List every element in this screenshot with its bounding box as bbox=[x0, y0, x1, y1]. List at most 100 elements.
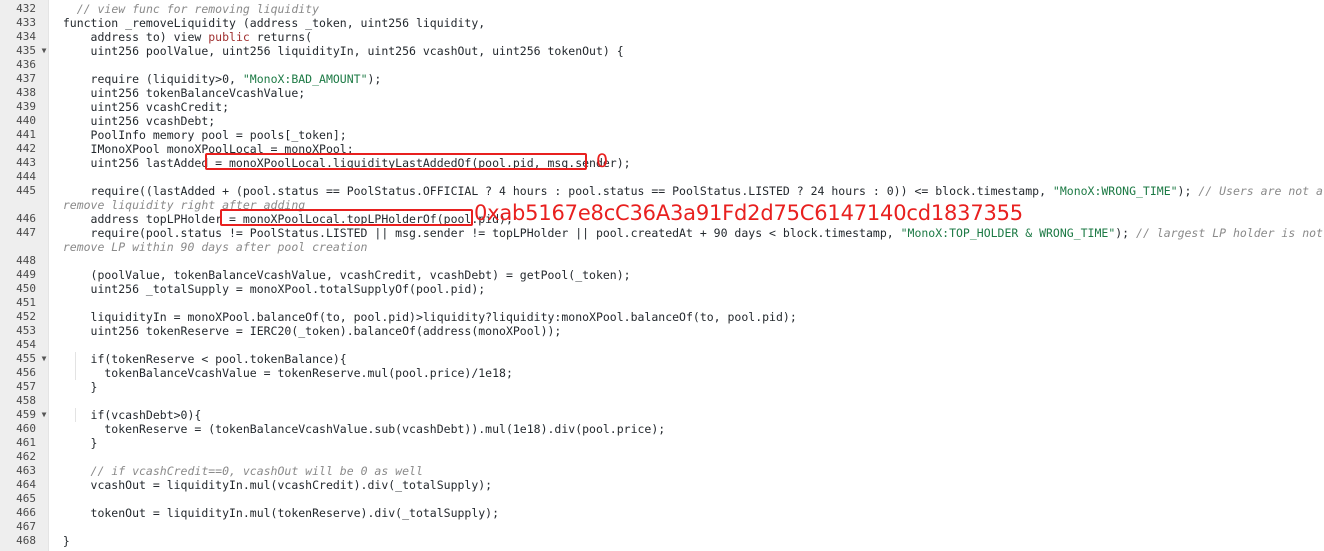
code-line[interactable]: uint256 lastAdded = monoXPoolLocal.liqui… bbox=[49, 156, 631, 170]
token-plain: tokenReserve = (tokenBalanceVcashValue.s… bbox=[49, 422, 666, 436]
token-plain: address to) view bbox=[49, 30, 209, 44]
token-plain: uint256 _totalSupply = monoXPool.totalSu… bbox=[49, 282, 486, 296]
code-line[interactable]: // if vcashCredit==0, vcashOut will be 0… bbox=[49, 464, 423, 478]
line-number-gutter: 432 433 434 435 ▼ 436 437 438 439 440 441 442 443 444… bbox=[0, 0, 49, 551]
code-line[interactable]: tokenBalanceVcashValue = tokenReserve.mu… bbox=[49, 366, 513, 380]
token-plain: uint256 vcashCredit; bbox=[49, 100, 230, 114]
line-number: 457 bbox=[16, 380, 36, 393]
code-line[interactable]: if(tokenReserve < pool.tokenBalance){ bbox=[49, 352, 347, 366]
token-plain: ); bbox=[1115, 226, 1137, 240]
code-line[interactable]: } bbox=[49, 380, 98, 394]
token-plain: PoolInfo memory pool = pools[_token]; bbox=[49, 128, 347, 142]
code-line[interactable]: } bbox=[49, 436, 98, 450]
token-plain: } bbox=[49, 534, 70, 548]
token-plain: } bbox=[49, 436, 98, 450]
line-number: 439 bbox=[16, 100, 36, 113]
token-plain: tokenOut = liquidityIn.mul(tokenReserve)… bbox=[49, 506, 500, 520]
fold-toggle-icon[interactable]: ▼ bbox=[40, 352, 48, 366]
line-number: 453 bbox=[16, 324, 36, 337]
token-plain: uint256 tokenReserve = IERC20(_token).ba… bbox=[49, 324, 562, 338]
line-number: 466 bbox=[16, 506, 36, 519]
token-plain: tokenBalanceVcashValue = tokenReserve.mu… bbox=[49, 366, 513, 380]
line-number: 452 bbox=[16, 310, 36, 323]
code-line[interactable]: tokenReserve = (tokenBalanceVcashValue.s… bbox=[49, 422, 665, 436]
line-number: 435 bbox=[16, 44, 36, 57]
token-plain: uint256 poolValue, uint256 liquidityIn, … bbox=[49, 44, 624, 58]
line-number: 463 bbox=[16, 464, 36, 477]
token-plain: liquidityIn = monoXPool.balanceOf(to, po… bbox=[49, 310, 797, 324]
line-number: 461 bbox=[16, 436, 36, 449]
code-line[interactable]: } bbox=[49, 534, 70, 548]
code-line[interactable]: require (liquidity>0, "MonoX:BAD_AMOUNT"… bbox=[49, 72, 382, 86]
code-line[interactable]: PoolInfo memory pool = pools[_token]; bbox=[49, 128, 347, 142]
token-cmt: // Users are not allowed to bbox=[1198, 184, 1324, 198]
indent-guide bbox=[75, 408, 76, 422]
token-str: "MonoX:WRONG_TIME" bbox=[1052, 184, 1178, 198]
line-number: 460 bbox=[16, 422, 36, 435]
token-plain: returns( bbox=[249, 30, 313, 44]
line-number: 458 bbox=[16, 394, 36, 407]
line-number: 468 bbox=[16, 534, 36, 547]
code-line[interactable]: require(pool.status != PoolStatus.LISTED… bbox=[49, 226, 1324, 240]
code-line[interactable]: // view func for removing liquidity bbox=[49, 2, 319, 16]
code-line[interactable]: uint256 _totalSupply = monoXPool.totalSu… bbox=[49, 282, 486, 296]
code-line[interactable]: vcashOut = liquidityIn.mul(vcashCredit).… bbox=[49, 478, 493, 492]
token-plain: ); bbox=[367, 72, 382, 86]
token-cmt: // view func for removing liquidity bbox=[76, 2, 320, 16]
line-number: 433 bbox=[16, 16, 36, 29]
fold-toggle-icon[interactable]: ▼ bbox=[40, 44, 48, 58]
token-plain: if(tokenReserve < pool.tokenBalance){ bbox=[49, 352, 347, 366]
code-line[interactable]: uint256 vcashCredit; bbox=[49, 100, 229, 114]
code-line[interactable]: function _removeLiquidity (address _toke… bbox=[49, 16, 485, 30]
line-number: 462 bbox=[16, 450, 36, 463]
token-plain: require((lastAdded + (pool.status == Poo… bbox=[49, 184, 1053, 198]
line-number: 442 bbox=[16, 142, 36, 155]
line-number: 465 bbox=[16, 492, 36, 505]
zero-value-annotation: 0 bbox=[596, 150, 609, 172]
token-plain: vcashOut = liquidityIn.mul(vcashCredit).… bbox=[49, 478, 493, 492]
code-line[interactable]: tokenOut = liquidityIn.mul(tokenReserve)… bbox=[49, 506, 500, 520]
code-content[interactable]: // view func for removing liquidity func… bbox=[49, 0, 1324, 551]
line-number: 448 bbox=[16, 254, 36, 267]
code-line[interactable]: liquidityIn = monoXPool.balanceOf(to, po… bbox=[49, 310, 797, 324]
line-number: 454 bbox=[16, 338, 36, 351]
code-line[interactable]: require((lastAdded + (pool.status == Poo… bbox=[49, 184, 1324, 198]
line-number: 432 bbox=[16, 2, 36, 15]
token-plain: ); bbox=[1177, 184, 1199, 198]
token-plain: uint256 lastAdded = monoXPoolLocal.liqui… bbox=[49, 156, 631, 170]
code-line[interactable]: uint256 poolValue, uint256 liquidityIn, … bbox=[49, 44, 624, 58]
line-number: 445 bbox=[16, 184, 36, 197]
line-number: 438 bbox=[16, 86, 36, 99]
line-number: 446 bbox=[16, 212, 36, 225]
code-line[interactable]: uint256 tokenBalanceVcashValue; bbox=[49, 86, 306, 100]
token-plain: require (liquidity>0, bbox=[49, 72, 243, 86]
line-number: 443 bbox=[16, 156, 36, 169]
line-number: 449 bbox=[16, 268, 36, 281]
token-plain: require(pool.status != PoolStatus.LISTED… bbox=[49, 226, 901, 240]
code-line-wrap: remove liquidity right after adding bbox=[49, 198, 306, 212]
code-line[interactable]: uint256 vcashDebt; bbox=[49, 114, 216, 128]
code-line[interactable]: address topLPHolder = monoXPoolLocal.top… bbox=[49, 212, 513, 226]
token-plain: address topLPHolder = monoXPoolLocal.top… bbox=[49, 212, 513, 226]
fold-toggle-icon[interactable]: ▼ bbox=[40, 408, 48, 422]
line-number: 456 bbox=[16, 366, 36, 379]
code-line[interactable]: if(vcashDebt>0){ bbox=[49, 408, 202, 422]
line-number: 440 bbox=[16, 114, 36, 127]
line-number: 437 bbox=[16, 72, 36, 85]
code-line[interactable]: (poolValue, tokenBalanceVcashValue, vcas… bbox=[49, 268, 631, 282]
line-number: 451 bbox=[16, 296, 36, 309]
token-str: "MonoX:BAD_AMOUNT" bbox=[242, 72, 368, 86]
code-editor[interactable]: 432 433 434 435 ▼ 436 437 438 439 440 441 442 443 444… bbox=[0, 0, 1324, 551]
token-str: "MonoX:TOP_HOLDER & WRONG_TIME" bbox=[900, 226, 1116, 240]
line-number: 450 bbox=[16, 282, 36, 295]
code-line[interactable]: IMonoXPool monoXPoolLocal = monoXPool; bbox=[49, 142, 354, 156]
code-line[interactable]: uint256 tokenReserve = IERC20(_token).ba… bbox=[49, 324, 562, 338]
token-plain: function _removeLiquidity (address _toke… bbox=[49, 16, 486, 30]
line-number: 444 bbox=[16, 170, 36, 183]
token-plain: if(vcashDebt>0){ bbox=[49, 408, 202, 422]
token-plain: uint256 tokenBalanceVcashValue; bbox=[49, 86, 306, 100]
code-line[interactable]: address to) view public returns( bbox=[49, 30, 313, 44]
token-plain: } bbox=[49, 380, 98, 394]
code-line-wrap: remove LP within 90 days after pool crea… bbox=[49, 240, 368, 254]
